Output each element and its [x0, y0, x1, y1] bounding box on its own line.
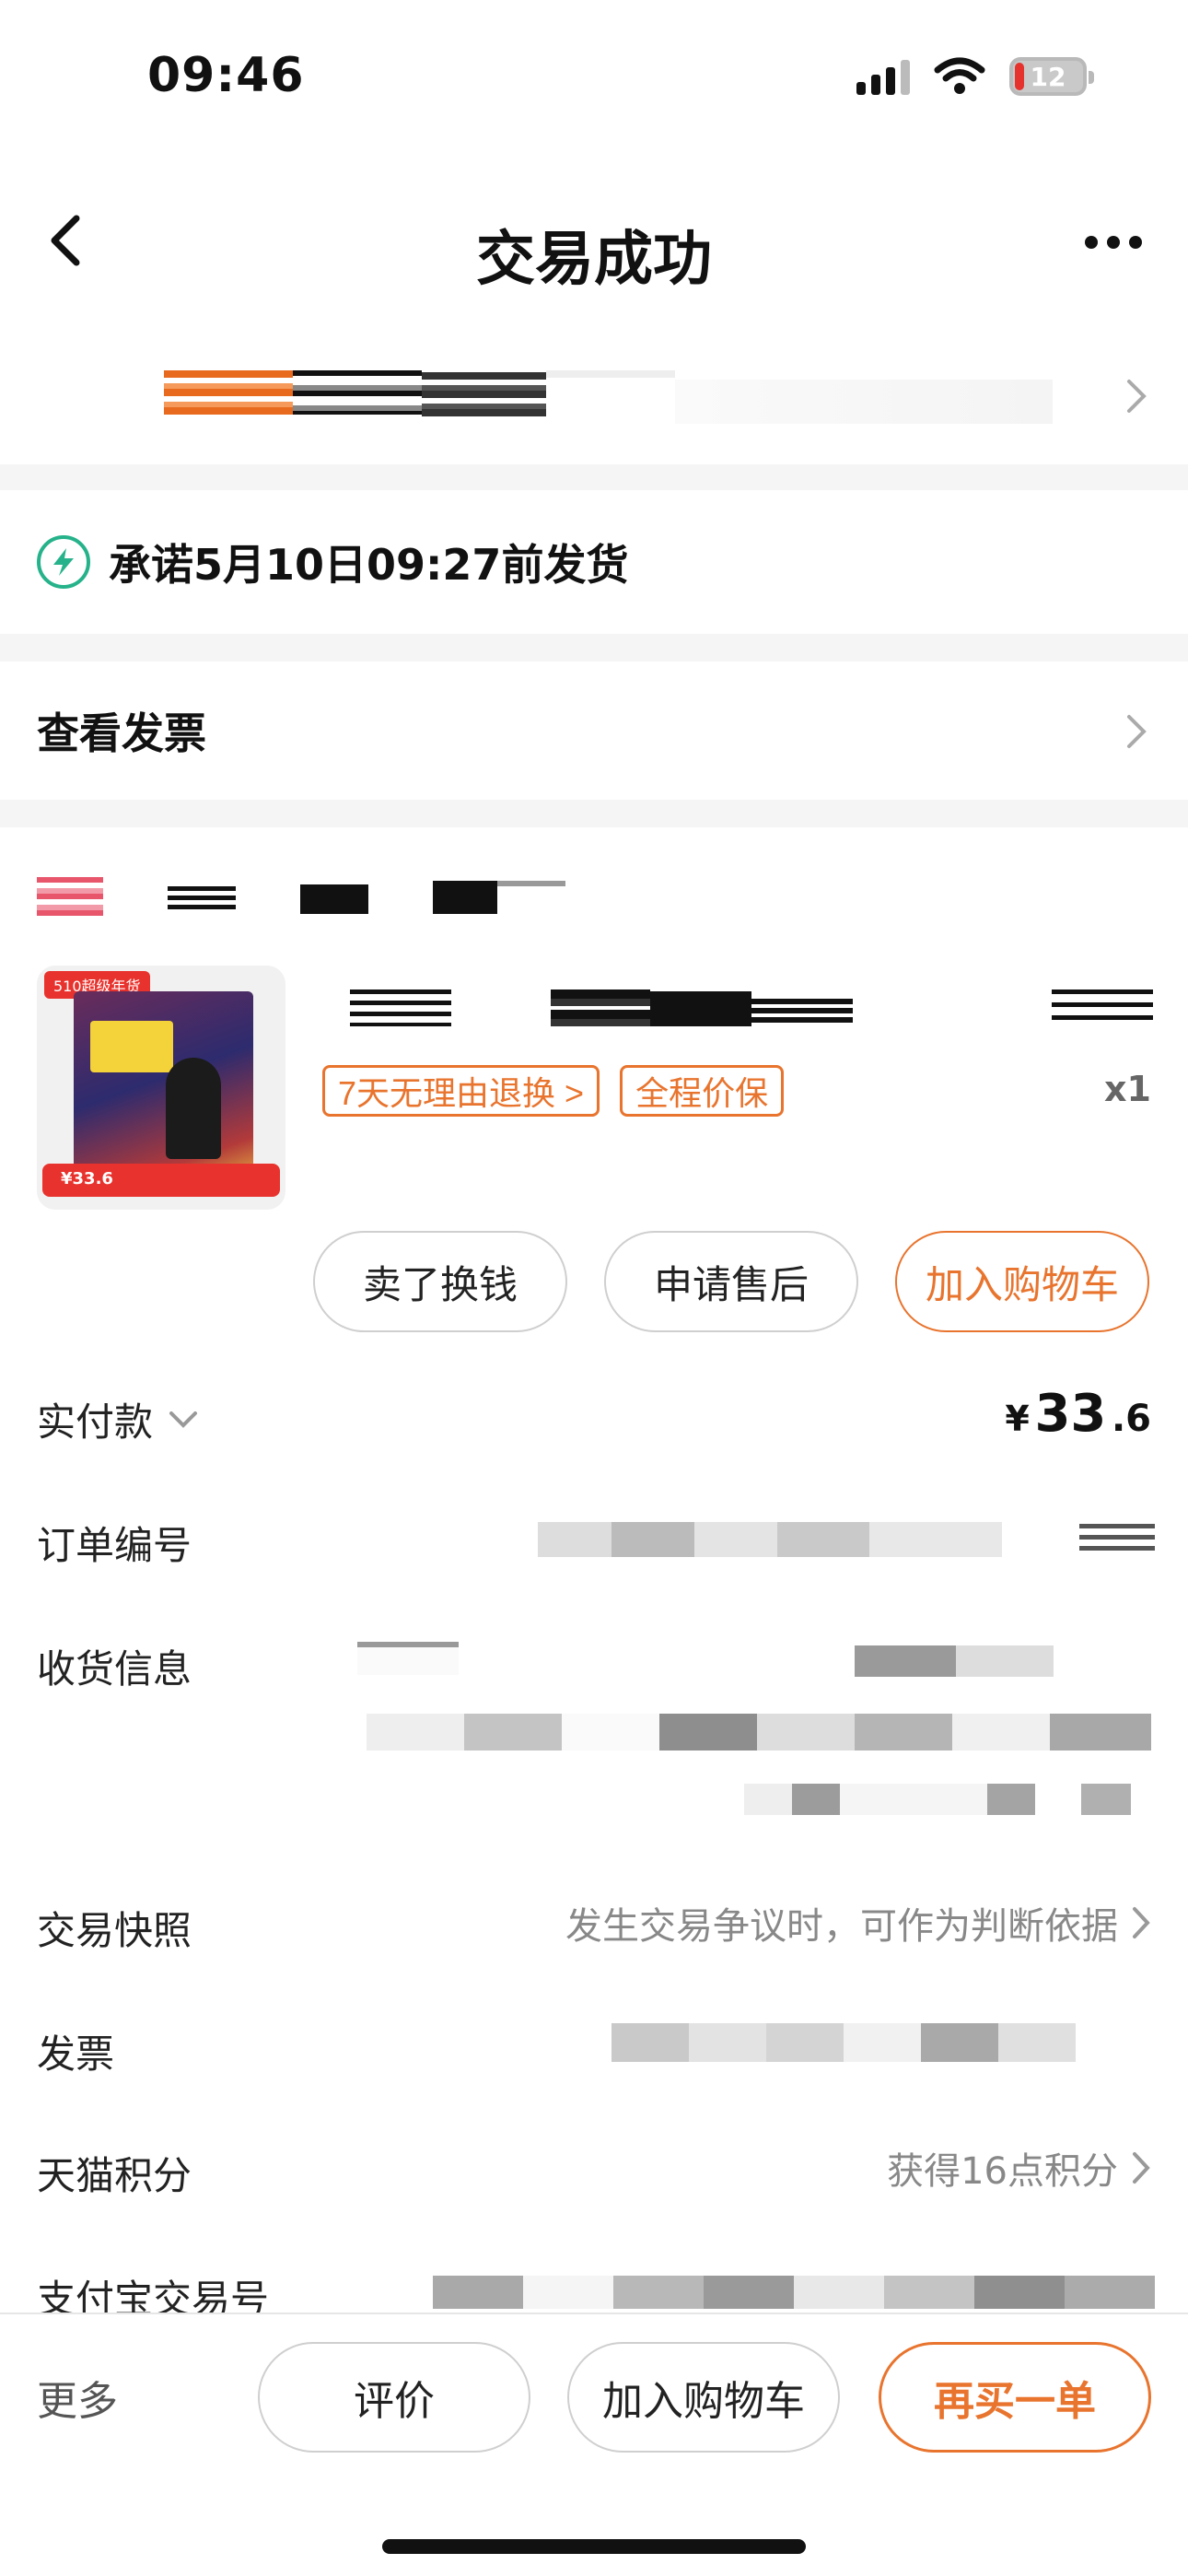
paid-currency: ¥ [1005, 1399, 1030, 1439]
tmall-points-value: 获得16点积分 [887, 2150, 1118, 2193]
alipay-trade-no-redacted [433, 2276, 1155, 2309]
home-indicator[interactable] [382, 2539, 806, 2554]
shipping-info-redacted [357, 1642, 459, 1675]
chevron-right-icon [1133, 2152, 1150, 2184]
buy-again-button[interactable]: 再买一单 [879, 2342, 1151, 2453]
redacted-block [293, 370, 422, 415]
order-number-redacted [538, 1522, 1002, 1557]
nav-bar: 交易成功 [0, 175, 1188, 322]
chevron-right-icon [1133, 1907, 1150, 1938]
add-to-cart-button[interactable]: 加入购物车 [895, 1231, 1149, 1332]
cover-price: ¥33.6 [61, 1169, 113, 1188]
shipping-info-redacted [367, 1714, 1151, 1751]
product-quantity: x1 [1104, 1069, 1151, 1109]
product-title-redacted [650, 991, 751, 1026]
more-dot-icon [1107, 236, 1120, 249]
battery-icon: 12 [1009, 57, 1094, 96]
after-sales-button[interactable]: 申请售后 [604, 1231, 858, 1332]
price-protection-tag[interactable]: 全程价保 [620, 1065, 785, 1117]
paid-amount: ¥ 33 .6 [1005, 1384, 1151, 1444]
store-name-redacted [300, 884, 368, 914]
invoice-label: 发票 [37, 2032, 115, 2077]
paid-decimal: .6 [1111, 1398, 1151, 1440]
redacted-block [422, 372, 546, 416]
status-time: 09:46 [147, 48, 305, 103]
trade-snapshot-label: 交易快照 [37, 1908, 192, 1953]
battery-level: 12 [1030, 61, 1066, 92]
status-icons: 12 [856, 57, 1094, 96]
product-image[interactable]: 510超级年货 ¥33.6 [37, 966, 285, 1210]
shipping-info-label: 收货信息 [37, 1646, 192, 1692]
section-divider [0, 464, 1188, 490]
view-invoice-label: 查看发票 [37, 708, 206, 758]
paid-amount-label: 实付款 [37, 1399, 154, 1445]
more-button[interactable]: 更多 [37, 2368, 118, 2427]
store-logo-redacted [37, 877, 103, 918]
redacted-block [164, 370, 293, 415]
more-dot-icon [1129, 236, 1142, 249]
section-divider [0, 634, 1188, 662]
invoice-value-redacted [611, 2023, 1076, 2062]
bottom-add-to-cart-button[interactable]: 加入购物车 [567, 2342, 840, 2453]
shipping-info-redacted [855, 1645, 1054, 1677]
sell-for-cash-button[interactable]: 卖了换钱 [313, 1231, 567, 1332]
chevron-right-icon [1127, 715, 1147, 748]
product-title-redacted [350, 989, 451, 1026]
paid-integer: 33 [1034, 1384, 1107, 1444]
view-invoice-row[interactable]: 查看发票 [0, 662, 1188, 800]
section-divider [0, 800, 1188, 827]
chevron-right-icon [1127, 380, 1147, 413]
order-number-redacted [1079, 1524, 1155, 1555]
product-tags: 7天无理由退换 > 全程价保 [322, 1065, 785, 1117]
store-name-redacted [168, 886, 236, 914]
lightning-icon [37, 535, 90, 589]
trade-snapshot-hint: 发生交易争议时，可作为判断依据 [565, 1905, 1118, 1948]
return-policy-tag[interactable]: 7天无理由退换 > [322, 1065, 600, 1117]
chevron-down-icon [169, 1411, 198, 1428]
trade-snapshot-row[interactable]: 发生交易争议时，可作为判断依据 [565, 1896, 1151, 1950]
store-banner-row[interactable] [0, 352, 1188, 464]
shipping-info-redacted [744, 1784, 1131, 1815]
tmall-points-label: 天猫积分 [37, 2153, 192, 2198]
redacted-block [546, 370, 675, 415]
paid-amount-label-row[interactable]: 实付款 [37, 1391, 199, 1447]
product-title-redacted [1052, 989, 1153, 1028]
book-cover-title [90, 1021, 173, 1072]
book-cover-figure [166, 1058, 221, 1159]
delivery-promise-text: 承诺5月10日09:27前发货 [109, 540, 629, 590]
product-title-redacted [551, 989, 650, 1028]
signal-icon [856, 58, 910, 95]
status-bar: 09:46 12 [0, 0, 1188, 147]
store-name-redacted [497, 881, 565, 886]
product-title-redacted [751, 999, 853, 1025]
tmall-points-row[interactable]: 获得16点积分 [887, 2141, 1151, 2195]
review-button[interactable]: 评价 [258, 2342, 530, 2453]
wifi-icon [934, 57, 985, 94]
bottom-action-bar: 更多 评价 加入购物车 再买一单 [0, 2313, 1188, 2576]
delivery-promise-row: 承诺5月10日09:27前发货 [0, 490, 1188, 634]
store-name-redacted [433, 881, 497, 914]
order-number-label: 订单编号 [37, 1523, 192, 1568]
more-options-button[interactable] [1072, 210, 1155, 275]
page-title: 交易成功 [476, 226, 712, 294]
redacted-block [675, 380, 1053, 424]
more-dot-icon [1085, 236, 1098, 249]
